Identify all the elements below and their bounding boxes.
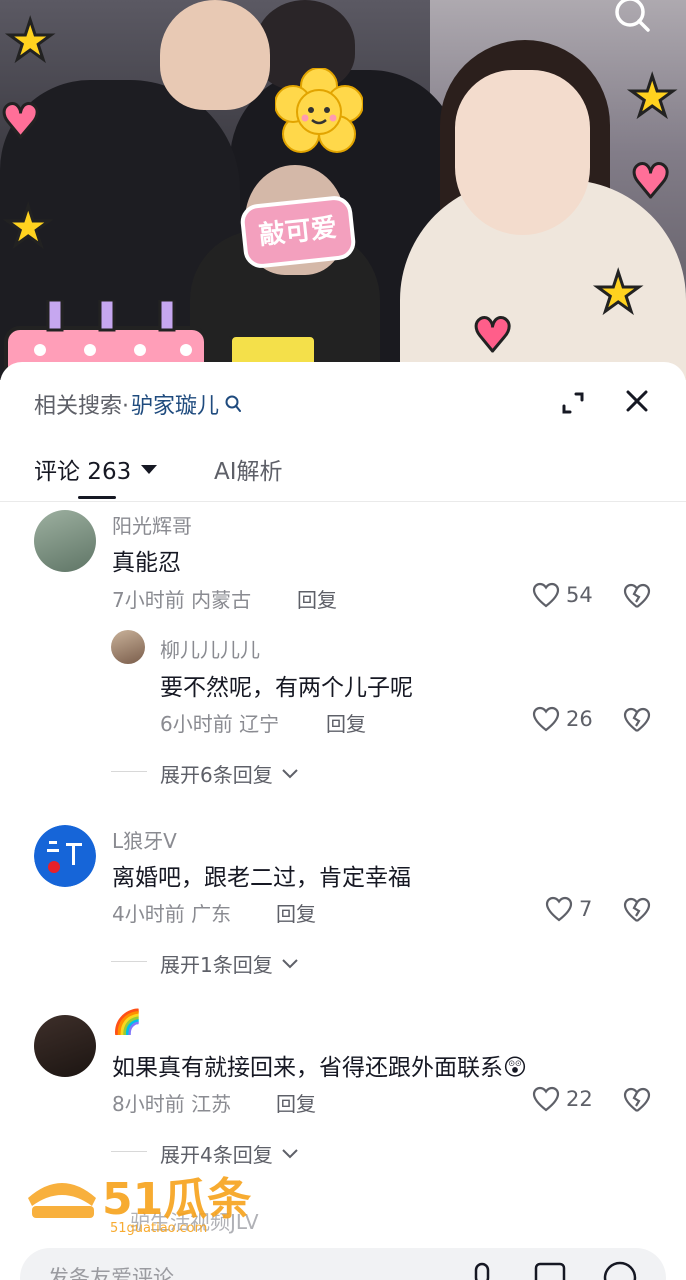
comment-input-bar[interactable]: 发条友爱评论... bbox=[20, 1248, 666, 1280]
avatar[interactable] bbox=[34, 1015, 96, 1077]
comment-username[interactable]: 阳光辉哥 bbox=[112, 510, 192, 539]
winged-heart-sticker-icon: ♥ bbox=[470, 308, 514, 362]
comment-sheet: 相关搜索· 驴家璇儿 评论 263 AI解析 bbox=[0, 362, 686, 1280]
star-sticker-icon: ★ bbox=[626, 65, 677, 128]
heart-sticker-icon: ♥ bbox=[628, 154, 672, 208]
fullscreen-icon[interactable] bbox=[558, 388, 588, 418]
reply-text: 要不然呢，有两个儿子呢 bbox=[160, 675, 413, 701]
like-button[interactable]: 54 bbox=[532, 582, 593, 608]
comment-username[interactable]: 🌈 bbox=[112, 1008, 142, 1036]
avatar[interactable] bbox=[34, 510, 96, 572]
chevron-down-icon bbox=[282, 958, 298, 968]
like-button[interactable]: 22 bbox=[532, 1086, 593, 1112]
divider bbox=[111, 961, 147, 962]
reply-button[interactable]: 回复 bbox=[276, 1088, 316, 1117]
comment-input-placeholder[interactable]: 发条友爱评论... bbox=[48, 1262, 194, 1280]
related-search[interactable]: 相关搜索· 驴家璇儿 bbox=[34, 388, 242, 420]
like-count: 26 bbox=[566, 707, 593, 731]
comment-text: 真能忍 bbox=[112, 550, 181, 576]
star-sticker-icon: ★ bbox=[592, 261, 643, 324]
avatar[interactable] bbox=[34, 825, 96, 887]
cute-sticker: 敲可爱 bbox=[238, 194, 358, 270]
tab-comments-label: 评论 263 bbox=[34, 459, 132, 485]
tab-ai-analysis[interactable]: AI解析 bbox=[214, 452, 283, 486]
broken-heart-icon[interactable] bbox=[623, 582, 651, 610]
like-count: 7 bbox=[579, 897, 593, 921]
expand-replies-button[interactable]: 展开6条回复 bbox=[160, 759, 299, 788]
expand-replies-button[interactable]: 展开1条回复 bbox=[160, 949, 299, 978]
flower-sticker-icon bbox=[275, 68, 363, 153]
divider bbox=[111, 1151, 147, 1152]
like-count: 54 bbox=[566, 583, 593, 607]
tab-active-indicator bbox=[78, 496, 116, 499]
microphone-icon[interactable] bbox=[464, 1260, 500, 1280]
broken-heart-icon[interactable] bbox=[623, 706, 651, 734]
broken-heart-icon[interactable] bbox=[623, 1086, 651, 1114]
expand-replies-label: 展开4条回复 bbox=[160, 1143, 273, 1167]
broken-heart-icon[interactable] bbox=[623, 896, 651, 924]
search-icon bbox=[225, 395, 242, 412]
heart-icon bbox=[532, 1086, 560, 1112]
chevron-down-icon bbox=[282, 768, 298, 778]
related-search-keyword[interactable]: 驴家璇儿 bbox=[131, 388, 219, 420]
watermark-url: 51guatiao.com bbox=[110, 1221, 207, 1236]
heart-sticker-icon: ♥ bbox=[0, 94, 43, 148]
reply-username[interactable]: 柳儿儿儿儿 bbox=[160, 634, 260, 663]
emoji-icon[interactable] bbox=[602, 1260, 638, 1280]
caret-down-icon bbox=[141, 464, 158, 474]
tab-bar: 评论 263 AI解析 bbox=[0, 446, 686, 502]
comment-text: 离婚吧，跟老二过，肯定幸福 bbox=[112, 865, 411, 891]
comment-time-location: 8小时前 江苏 bbox=[112, 1092, 232, 1116]
reply-button[interactable]: 回复 bbox=[326, 708, 366, 737]
video-photo[interactable]: 敲可爱 ★ ★ ★ ★ ♥ ♥ ♥ bbox=[0, 0, 686, 380]
reply-button[interactable]: 回复 bbox=[297, 584, 337, 613]
like-button[interactable]: 7 bbox=[545, 896, 592, 922]
like-button[interactable]: 26 bbox=[532, 706, 593, 732]
comment-time-location: 7小时前 内蒙古 bbox=[112, 588, 252, 612]
image-icon[interactable] bbox=[532, 1260, 568, 1280]
comment-text: 如果真有就接回来，省得还跟外面联系😲 bbox=[112, 1055, 527, 1081]
person-woman-head bbox=[455, 70, 590, 235]
watermark-brand: 51瓜条 bbox=[102, 1174, 251, 1225]
avatar[interactable] bbox=[111, 630, 145, 664]
comment-time-location: 4小时前 广东 bbox=[112, 902, 232, 926]
comment-username[interactable]: L狼牙V bbox=[112, 825, 177, 854]
watermark-logo: 51瓜条 51guatiao.com bbox=[28, 1174, 251, 1236]
search-icon[interactable] bbox=[612, 0, 652, 32]
heart-icon bbox=[532, 706, 560, 732]
heart-icon bbox=[545, 896, 573, 922]
expand-replies-label: 展开1条回复 bbox=[160, 953, 273, 977]
tab-comments[interactable]: 评论 263 bbox=[34, 452, 158, 486]
related-search-prefix: 相关搜索· bbox=[34, 394, 129, 419]
like-count: 22 bbox=[566, 1087, 593, 1111]
star-sticker-icon: ★ bbox=[4, 9, 55, 72]
expand-replies-label: 展开6条回复 bbox=[160, 763, 273, 787]
reply-time-location: 6小时前 辽宁 bbox=[160, 712, 280, 736]
chevron-down-icon bbox=[282, 1148, 298, 1158]
person-man-left-head bbox=[160, 0, 270, 110]
close-icon[interactable] bbox=[622, 386, 652, 416]
expand-replies-button[interactable]: 展开4条回复 bbox=[160, 1139, 299, 1168]
star-sticker-icon: ★ bbox=[2, 195, 53, 258]
reply-button[interactable]: 回复 bbox=[276, 898, 316, 927]
divider bbox=[111, 771, 147, 772]
heart-icon bbox=[532, 582, 560, 608]
